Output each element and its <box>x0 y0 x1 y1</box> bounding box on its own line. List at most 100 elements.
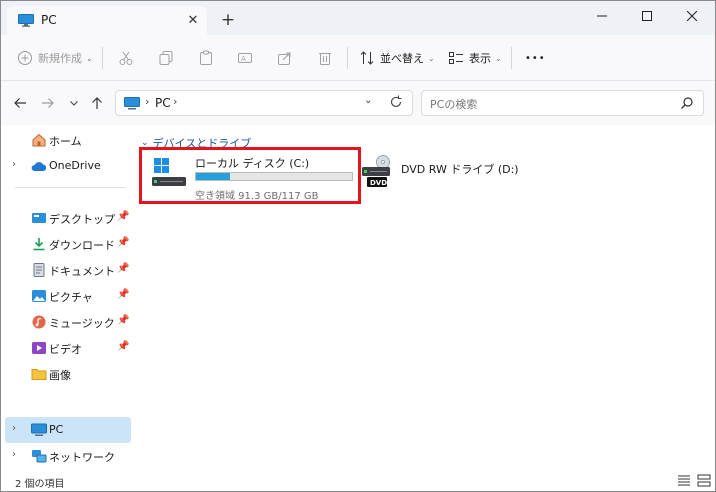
chevron-right-icon[interactable]: › <box>145 95 149 108</box>
dvd-drive-icon <box>362 155 390 187</box>
search-box[interactable]: PCの検索 <box>421 90 704 116</box>
sidebar-item-music[interactable]: ミュージック 📌 <box>5 309 131 335</box>
sidebar-item-pc[interactable]: › PC <box>5 417 131 443</box>
sidebar-item-label: OneDrive <box>49 159 101 172</box>
tab-title: PC <box>41 13 57 27</box>
copy-button[interactable] <box>158 45 174 71</box>
sidebar-item-label: ミュージック <box>49 317 115 330</box>
command-bar: 新規作成 ⌄ A 並べ替え ⌄ 表示 ⌄ ••• <box>1 35 715 81</box>
pin-icon[interactable]: 📌 <box>117 289 129 300</box>
close-tab-icon[interactable]: ✕ <box>183 11 203 29</box>
address-history-chevron-icon[interactable]: ⌄ <box>364 95 372 106</box>
search-placeholder: PCの検索 <box>430 98 478 111</box>
search-icon[interactable] <box>680 96 694 110</box>
drive-d-name: DVD RW ドライブ (D:) <box>401 163 519 176</box>
video-icon <box>32 342 46 354</box>
sidebar-item-label: ダウンロード <box>49 239 115 252</box>
minimize-button[interactable] <box>579 1 624 31</box>
sidebar-item-onedrive[interactable]: › OneDrive <box>5 153 131 179</box>
sidebar-item-network[interactable]: › ネットワーク <box>5 443 131 469</box>
content-pane: ⌄ デバイスとドライブ ローカル ディスク (C:) 空き領域 91.3 GB/… <box>135 125 715 470</box>
forward-button[interactable] <box>38 93 58 113</box>
sidebar-item-pictures[interactable]: ピクチャ 📌 <box>5 283 131 309</box>
sidebar-item-label: ネットワーク <box>49 451 115 464</box>
recent-locations-button[interactable] <box>64 93 84 113</box>
pin-icon[interactable]: 📌 <box>117 263 129 274</box>
view-button-label: 表示 <box>469 52 491 65</box>
cut-button[interactable] <box>118 45 134 71</box>
scissors-icon <box>119 51 133 65</box>
new-tab-button[interactable]: + <box>217 10 239 30</box>
back-button[interactable] <box>10 93 30 113</box>
arrow-up-icon <box>92 97 102 109</box>
sidebar-item-home[interactable]: ホーム <box>5 127 131 153</box>
toolbar-divider <box>347 47 348 69</box>
minimize-icon <box>596 15 607 17</box>
network-icon <box>32 450 47 463</box>
tiles-view-icon[interactable] <box>697 474 711 487</box>
chevron-right-icon[interactable]: › <box>173 95 177 108</box>
drive-item-d[interactable]: DVD DVD RW ドライブ (D:) <box>361 151 561 201</box>
chevron-down-icon: ⌄ <box>428 53 435 63</box>
rename-icon: A <box>238 53 252 63</box>
tab-pc[interactable]: PC ✕ <box>7 6 207 35</box>
chevron-right-icon[interactable]: › <box>12 423 16 434</box>
close-window-button[interactable] <box>669 1 714 31</box>
arrow-right-icon <box>42 98 54 108</box>
sidebar-item-desktop[interactable]: デスクトップ 📌 <box>5 205 131 231</box>
pin-icon[interactable]: 📌 <box>117 237 129 248</box>
sidebar-item-label: ピクチャ <box>49 291 93 304</box>
chevron-down-icon: ⌄ <box>86 53 93 63</box>
drive-c-free-space: 空き領域 91.3 GB/117 GB <box>195 191 319 202</box>
details-view-icon[interactable] <box>677 474 691 487</box>
share-button[interactable] <box>277 45 293 71</box>
status-bar: 2 個の項目 <box>1 470 715 491</box>
dvd-badge: DVD <box>370 179 388 187</box>
sidebar-item-images-folder[interactable]: 画像 <box>5 361 131 387</box>
view-button[interactable]: 表示 ⌄ <box>448 45 502 71</box>
sort-button[interactable]: 並べ替え ⌄ <box>359 45 435 71</box>
chevron-right-icon[interactable]: › <box>12 449 16 460</box>
pictures-icon <box>32 290 46 302</box>
share-icon <box>278 52 291 65</box>
breadcrumb-pc[interactable]: PC <box>155 96 171 110</box>
sidebar-item-downloads[interactable]: ダウンロード 📌 <box>5 231 131 257</box>
monitor-icon <box>18 14 34 27</box>
sidebar-item-videos[interactable]: ビデオ 📌 <box>5 335 131 361</box>
cloud-icon <box>31 162 47 171</box>
maximize-icon <box>641 11 652 21</box>
clipboard-icon <box>200 50 212 65</box>
close-icon <box>686 11 697 21</box>
refresh-icon[interactable] <box>388 94 404 110</box>
rename-button[interactable]: A <box>237 45 253 71</box>
address-bar[interactable]: › PC › ⌄ <box>115 90 413 116</box>
maximize-button[interactable] <box>624 1 669 31</box>
sidebar-item-documents[interactable]: ドキュメント 📌 <box>5 257 131 283</box>
pin-icon[interactable]: 📌 <box>117 211 129 222</box>
sidebar-item-label: PC <box>49 423 64 436</box>
home-icon <box>32 133 46 147</box>
drive-c-usage-fill <box>196 173 231 180</box>
drive-c-name: ローカル ディスク (C:) <box>195 157 310 170</box>
sidebar-item-label: ホーム <box>49 135 82 148</box>
chevron-right-icon[interactable]: › <box>12 159 16 170</box>
sort-button-label: 並べ替え <box>380 52 424 65</box>
new-button[interactable]: 新規作成 ⌄ <box>17 45 93 71</box>
sidebar-item-label: デスクトップ <box>49 213 115 226</box>
trash-icon <box>319 53 331 65</box>
drive-item-c[interactable]: ローカル ディスク (C:) 空き領域 91.3 GB/117 GB <box>139 147 361 204</box>
svg-text:A: A <box>241 55 246 63</box>
pin-icon[interactable]: 📌 <box>117 315 129 326</box>
new-button-label: 新規作成 <box>38 52 82 65</box>
arrow-left-icon <box>14 98 26 108</box>
download-icon <box>33 238 45 251</box>
delete-button[interactable] <box>317 45 333 71</box>
sidebar-item-label: 画像 <box>49 369 71 382</box>
paste-button[interactable] <box>198 45 214 71</box>
toolbar-divider <box>511 47 512 69</box>
pin-icon[interactable]: 📌 <box>117 341 129 352</box>
chevron-down-icon: ⌄ <box>495 53 502 63</box>
sidebar-item-label: ビデオ <box>49 343 82 356</box>
more-options-button[interactable]: ••• <box>525 45 546 71</box>
up-button[interactable] <box>87 93 107 113</box>
